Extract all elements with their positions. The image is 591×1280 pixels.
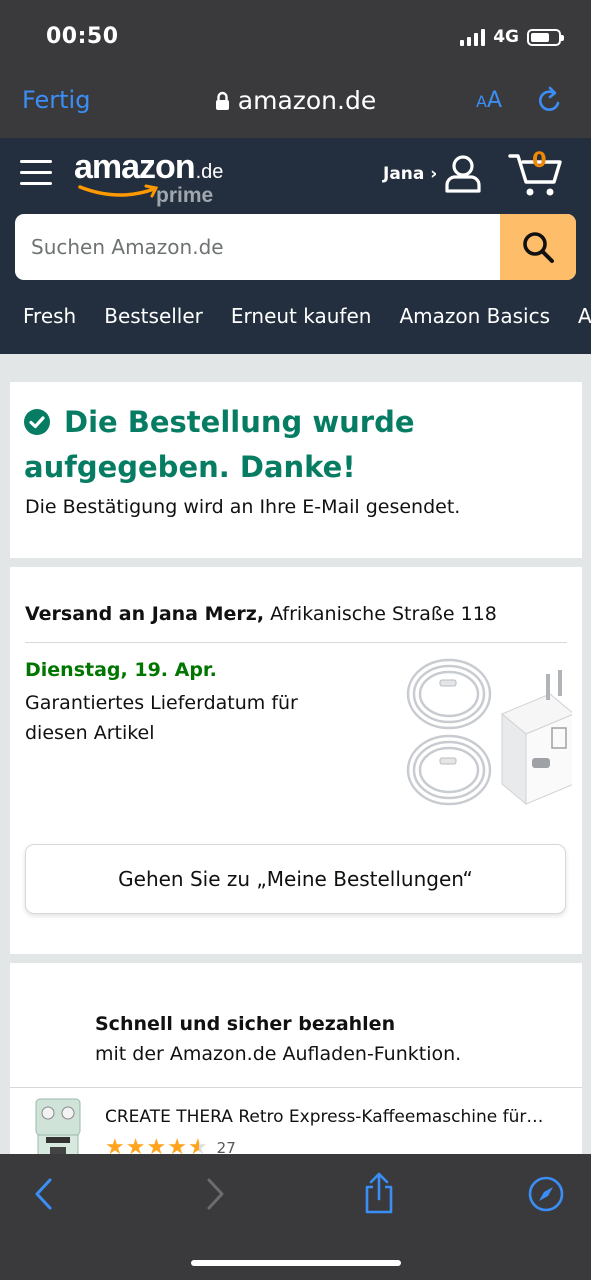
- nav-row: Fresh Bestseller Erneut kaufen Amazon Ba…: [23, 304, 591, 328]
- status-time: 00:50: [46, 24, 119, 49]
- divider: [10, 1087, 582, 1088]
- search-bar: [15, 214, 576, 280]
- account-link[interactable]: Jana ›: [383, 164, 437, 184]
- amazon-smile-icon: [78, 184, 159, 198]
- search-input[interactable]: [15, 214, 500, 280]
- divider: [25, 642, 567, 643]
- coffee-machine-thumbnail[interactable]: [28, 1095, 88, 1163]
- signal-icon: [460, 28, 486, 46]
- back-icon[interactable]: [32, 1176, 56, 1216]
- success-title: Die Bestellung wurde aufgegeben. Danke!: [24, 400, 564, 490]
- nav-item-buy-again[interactable]: Erneut kaufen: [231, 304, 372, 328]
- home-indicator[interactable]: [191, 1260, 401, 1266]
- nav-item-truncated[interactable]: A: [578, 304, 591, 328]
- url-bar[interactable]: amazon.de: [0, 86, 591, 117]
- forward-icon[interactable]: [203, 1176, 227, 1216]
- promo-title: Schnell und sicher bezahlen: [95, 1013, 396, 1035]
- confirmation-subtitle: Die Bestätigung wird an Ihre E-Mail gese…: [25, 496, 461, 518]
- payment-promo-card: Schnell und sicher bezahlen mit der Amaz…: [10, 963, 582, 1163]
- success-title-text: Die Bestellung wurde aufgegeben. Danke!: [24, 405, 415, 484]
- product-image[interactable]: [402, 654, 575, 818]
- share-icon[interactable]: [362, 1172, 396, 1218]
- status-indicators: 4G: [460, 27, 564, 47]
- my-orders-button[interactable]: Gehen Sie zu „Meine Bestellungen“: [25, 844, 566, 914]
- ship-to-name: Versand an Jana Merz,: [25, 603, 265, 625]
- delivery-date: Dienstag, 19. Apr.: [25, 659, 217, 681]
- amazon-logo[interactable]: amazon.de prime: [74, 148, 223, 207]
- nav-item-amazon-basics[interactable]: Amazon Basics: [399, 304, 550, 328]
- prime-label: prime: [156, 184, 214, 207]
- ship-to-line: Versand an Jana Merz, Afrikanische Straß…: [25, 603, 497, 625]
- search-icon: [523, 232, 554, 263]
- reload-icon[interactable]: [536, 86, 564, 120]
- text-size-button[interactable]: AA: [476, 88, 502, 113]
- browser-chrome: 00:50 4G Fertig amazon.de AA: [0, 0, 591, 138]
- shipping-card: Versand an Jana Merz, Afrikanische Straß…: [10, 567, 582, 954]
- menu-icon[interactable]: [20, 160, 52, 193]
- nav-item-bestseller[interactable]: Bestseller: [104, 304, 203, 328]
- lock-icon: [215, 88, 230, 117]
- url-text: amazon.de: [237, 86, 377, 115]
- amazon-header: amazon.de prime Jana › 0 Fresh Bestselle…: [0, 138, 591, 354]
- recommendation-title[interactable]: CREATE THERA Retro Express-Kaffeemaschin…: [105, 1107, 570, 1127]
- network-label: 4G: [493, 27, 519, 47]
- promo-subtitle: mit der Amazon.de Aufladen-Funktion.: [95, 1043, 462, 1065]
- user-icon[interactable]: [444, 154, 482, 198]
- nav-item-fresh[interactable]: Fresh: [23, 304, 76, 328]
- compass-icon[interactable]: [527, 1175, 565, 1217]
- check-circle-icon: [24, 403, 50, 435]
- search-button[interactable]: [500, 214, 576, 280]
- cart-button[interactable]: 0: [508, 148, 564, 198]
- delivery-note: Garantiertes Lieferdatum für diesen Arti…: [25, 692, 298, 744]
- ship-to-address: Afrikanische Straße 118: [270, 603, 497, 625]
- cart-count: 0: [532, 148, 547, 172]
- confirmation-card: Die Bestellung wurde aufgegeben. Danke! …: [10, 382, 582, 558]
- battery-icon: [527, 28, 564, 46]
